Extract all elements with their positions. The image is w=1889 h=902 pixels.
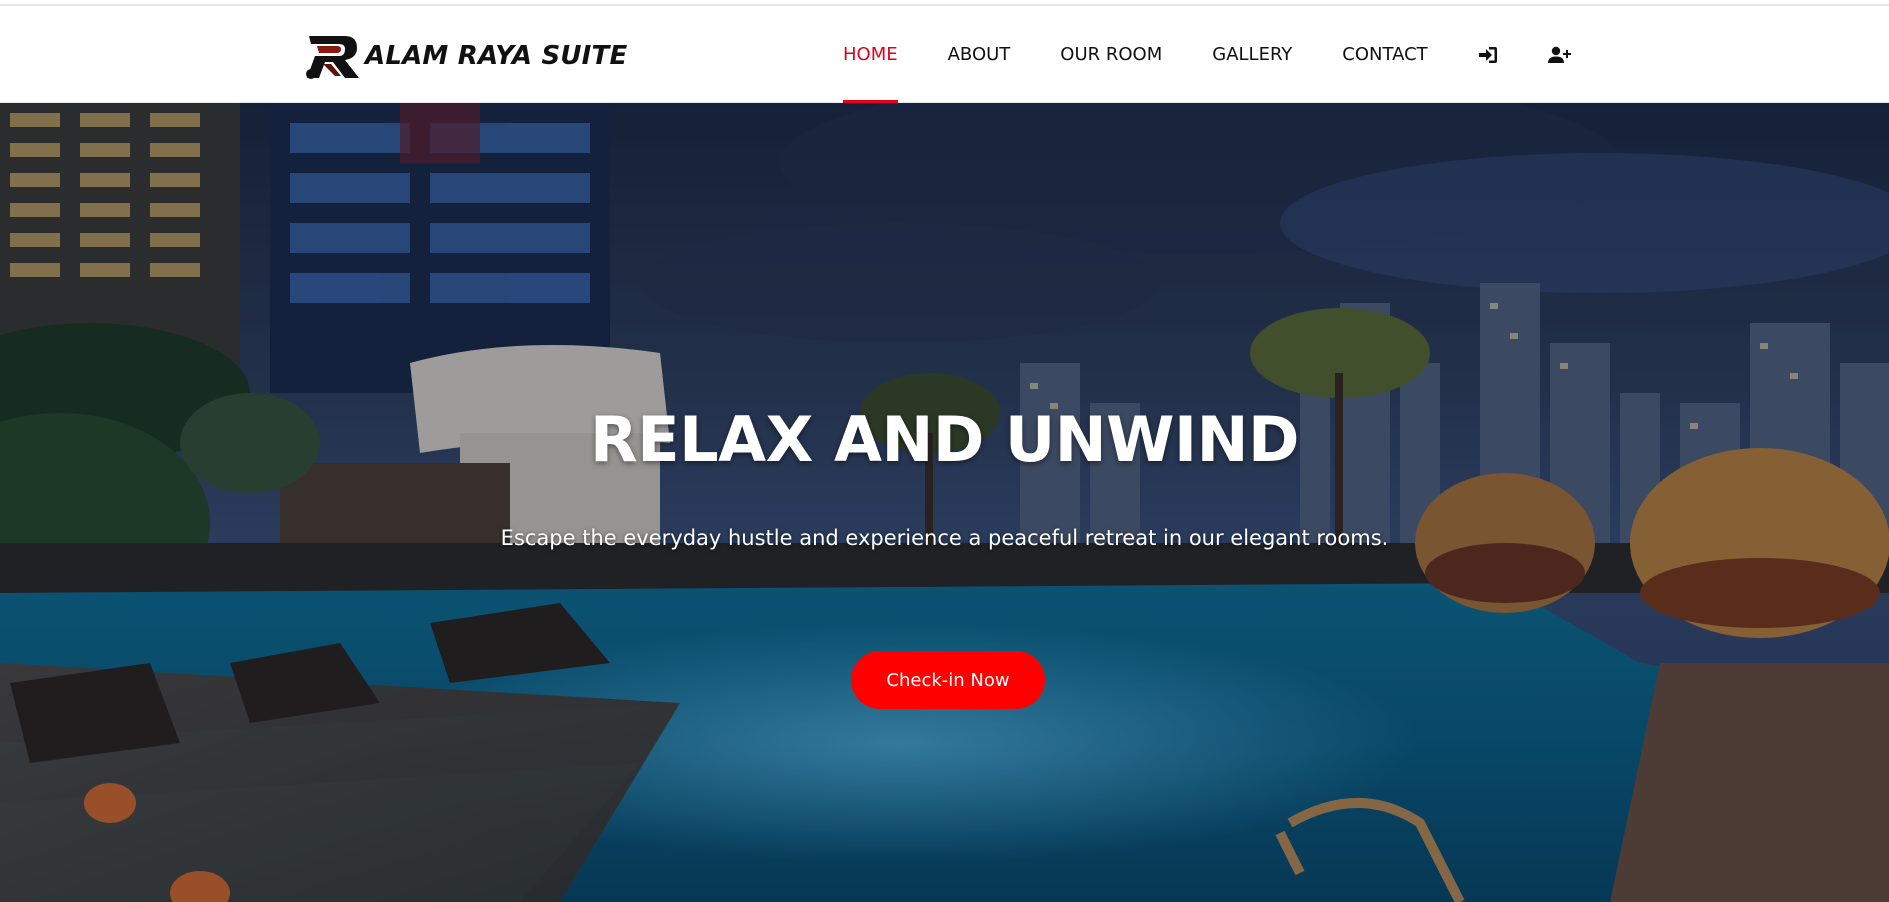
site-header: ALAM RAYA SUITE HOME ABOUT OUR ROOM GALL…	[0, 6, 1889, 103]
nav-item-our-room[interactable]: OUR ROOM	[1060, 6, 1162, 103]
hero-banner: RELAX AND UNWIND Escape the everyday hus…	[0, 103, 1889, 902]
nav-item-home[interactable]: HOME	[843, 6, 898, 103]
hero-title: RELAX AND UNWIND	[590, 403, 1299, 476]
logo-icon	[306, 36, 359, 79]
user-plus-icon[interactable]	[1547, 6, 1572, 103]
nav-item-gallery[interactable]: GALLERY	[1212, 6, 1292, 103]
sign-in-icon[interactable]	[1478, 6, 1498, 103]
check-in-button[interactable]: Check-in Now	[851, 651, 1045, 709]
nav-item-about[interactable]: ABOUT	[948, 6, 1011, 103]
hero-overlay	[0, 103, 1889, 902]
hero-subtitle: Escape the everyday hustle and experienc…	[500, 526, 1389, 550]
brand-logo[interactable]: ALAM RAYA SUITE	[305, 32, 627, 80]
main-nav: HOME ABOUT OUR ROOM GALLERY CONTACT	[843, 6, 1572, 103]
brand-name: ALAM RAYA SUITE	[365, 41, 628, 71]
nav-item-contact[interactable]: CONTACT	[1342, 6, 1427, 103]
